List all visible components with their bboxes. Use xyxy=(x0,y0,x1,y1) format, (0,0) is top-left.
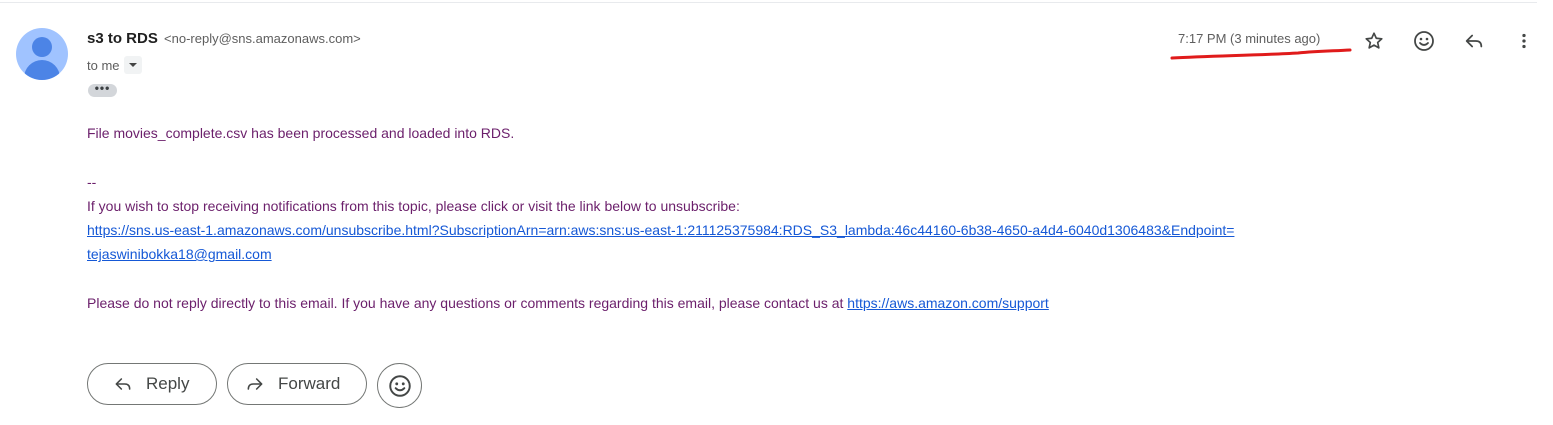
avatar[interactable] xyxy=(16,28,68,80)
reply-button[interactable]: Reply xyxy=(87,363,217,405)
recipient-label: to me xyxy=(87,57,120,73)
reply-icon[interactable] xyxy=(1461,28,1487,54)
more-vert-icon[interactable] xyxy=(1511,28,1537,54)
chevron-down-icon[interactable] xyxy=(123,56,142,74)
signature-separator: -- xyxy=(87,174,97,190)
emoji-reaction-button[interactable] xyxy=(377,363,422,408)
sender-email: <no-reply@sns.amazonaws.com> xyxy=(164,31,361,46)
avatar-head-shape xyxy=(32,37,52,57)
star-icon[interactable] xyxy=(1361,28,1387,54)
red-underline-annotation xyxy=(1170,48,1352,60)
message-line-processed: File movies_complete.csv has been proces… xyxy=(87,125,515,141)
emoji-icon[interactable] xyxy=(1411,28,1437,54)
unsubscribe-link[interactable]: https://sns.us-east-1.amazonaws.com/unsu… xyxy=(87,222,1234,238)
unsubscribe-link-continued[interactable]: tejaswinibokka18@gmail.com xyxy=(87,246,272,262)
support-link[interactable]: https://aws.amazon.com/support xyxy=(847,295,1049,311)
emoji-icon xyxy=(388,374,411,397)
reply-button-label: Reply xyxy=(146,374,190,393)
forward-button-label: Forward xyxy=(278,374,341,393)
noreply-notice: Please do not reply directly to this ema… xyxy=(87,295,1049,311)
avatar-body-shape xyxy=(24,60,60,80)
top-divider xyxy=(0,2,1537,3)
reply-icon xyxy=(112,374,134,394)
sender-name[interactable]: s3 to RDS xyxy=(87,30,158,47)
recipient-line: to me xyxy=(87,56,142,74)
noreply-text: Please do not reply directly to this ema… xyxy=(87,295,848,311)
forward-button[interactable]: Forward xyxy=(227,363,367,405)
show-trimmed-content-icon[interactable]: ••• xyxy=(88,82,117,97)
forward-icon xyxy=(244,374,266,394)
sender-line: s3 to RDS <no-reply@sns.amazonaws.com> xyxy=(87,30,361,47)
unsubscribe-intro: If you wish to stop receiving notificati… xyxy=(87,198,740,214)
